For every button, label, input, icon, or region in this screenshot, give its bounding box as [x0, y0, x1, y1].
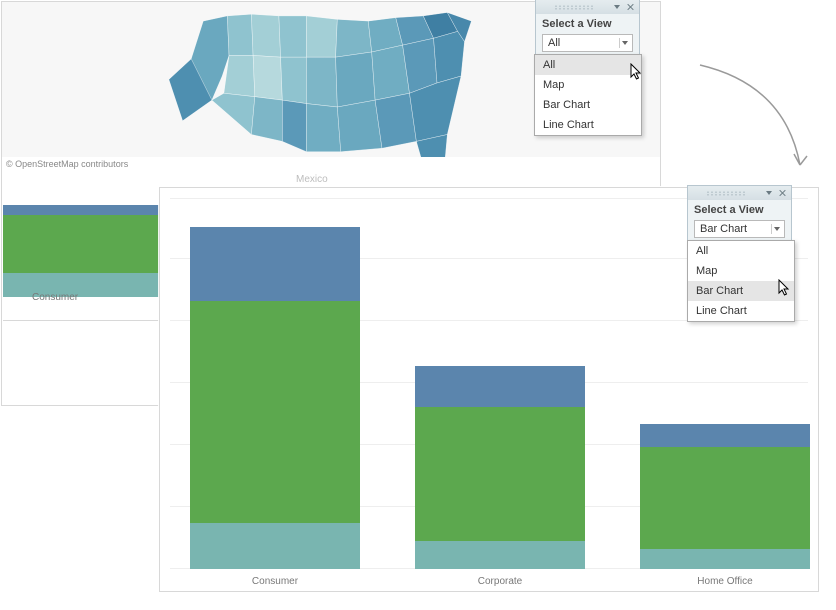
dd-item-map[interactable]: Map [688, 261, 794, 281]
select-caret-icon [771, 224, 781, 234]
param-title: Select a View [536, 14, 639, 32]
category-label: Corporate [415, 576, 585, 587]
dd-item-bar[interactable]: Bar Chart [688, 281, 794, 301]
bar-segment [190, 301, 360, 523]
category-label: Home Office [640, 576, 810, 587]
bar-segment [415, 541, 585, 569]
dd-item-all[interactable]: All [535, 55, 641, 75]
bar-segment [415, 366, 585, 408]
bar-segment [640, 549, 810, 569]
bar-segment [640, 447, 810, 549]
param-header[interactable] [536, 0, 639, 14]
dd-item-line[interactable]: Line Chart [688, 301, 794, 321]
param-selected-value: Bar Chart [700, 223, 747, 235]
category-label: Consumer [190, 576, 360, 587]
bar-segment [190, 523, 360, 569]
param-header[interactable] [688, 186, 791, 200]
dropdown-back: All Map Bar Chart Line Chart [534, 54, 642, 136]
dd-item-all[interactable]: All [688, 241, 794, 261]
param-select-front[interactable]: Bar Chart [694, 220, 785, 238]
parameter-control-front: Select a View Bar Chart [687, 185, 792, 245]
bar-segment [415, 407, 585, 541]
mini-bar-seg-blue [3, 205, 162, 215]
param-select-back[interactable]: All [542, 34, 633, 52]
grip-icon[interactable] [539, 5, 608, 10]
bar-segment [190, 227, 360, 301]
dd-item-map[interactable]: Map [535, 75, 641, 95]
dd-item-line[interactable]: Line Chart [535, 115, 641, 135]
close-icon[interactable] [626, 2, 636, 12]
dropdown-front: All Map Bar Chart Line Chart [687, 240, 795, 322]
connector-arrow-icon [690, 55, 830, 195]
mini-bar-label: Consumer [32, 292, 78, 303]
menu-caret-icon[interactable] [612, 2, 622, 12]
map-mexico-label: Mexico [296, 174, 328, 185]
bar-segment [640, 424, 810, 447]
mini-bar-seg-green [3, 215, 162, 273]
param-title: Select a View [688, 200, 791, 218]
dd-item-bar[interactable]: Bar Chart [535, 95, 641, 115]
menu-caret-icon[interactable] [764, 188, 774, 198]
mini-bar-seg-teal [3, 273, 162, 297]
parameter-control-back: Select a View All [535, 0, 640, 59]
close-icon[interactable] [778, 188, 788, 198]
param-selected-value: All [548, 37, 560, 49]
panel-bar-chart-view: Consumer Corporate Home Office Select a Vi… [159, 187, 819, 592]
map-attribution: © OpenStreetMap contributors [6, 159, 128, 169]
grip-icon[interactable] [691, 191, 760, 196]
select-caret-icon [619, 38, 629, 48]
us-map [162, 2, 492, 157]
